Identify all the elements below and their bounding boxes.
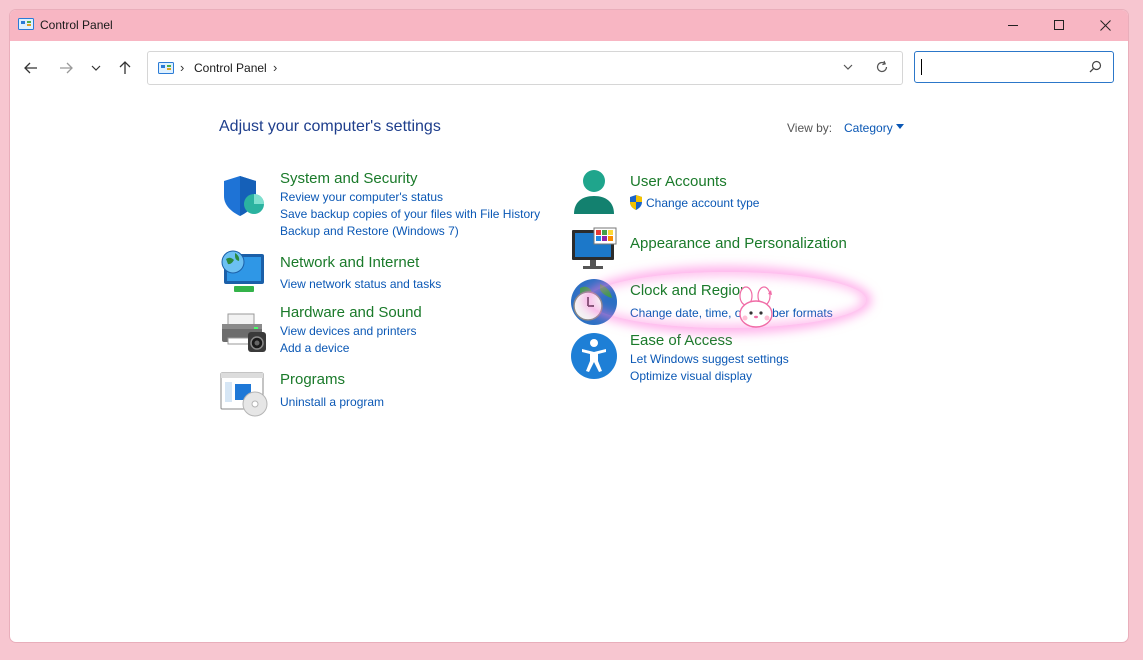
shield-icon[interactable] <box>220 172 268 220</box>
breadcrumb-separator[interactable]: › <box>273 60 277 75</box>
network-icon[interactable] <box>220 248 268 296</box>
maximize-icon <box>1053 20 1064 30</box>
maximize-button[interactable] <box>1036 10 1082 41</box>
page-heading: Adjust your computer's settings <box>219 118 441 135</box>
close-button[interactable] <box>1082 10 1128 41</box>
category-clock-region[interactable]: Clock and Region <box>630 282 748 299</box>
category-programs[interactable]: Programs <box>280 371 345 388</box>
recent-locations-button[interactable] <box>83 55 109 81</box>
link-devices-printers[interactable]: View devices and printers <box>280 324 417 338</box>
window-title: Control Panel <box>40 18 113 32</box>
arrow-right-icon <box>60 62 73 74</box>
up-button[interactable] <box>112 55 138 81</box>
view-by-dropdown[interactable]: Category <box>844 121 893 135</box>
caret-down-icon[interactable] <box>896 124 904 129</box>
link-add-device[interactable]: Add a device <box>280 341 349 355</box>
link-file-history[interactable]: Save backup copies of your files with Fi… <box>280 207 540 221</box>
breadcrumb-separator[interactable]: › <box>180 60 184 75</box>
arrow-up-icon <box>119 61 131 74</box>
category-appearance-personalization[interactable]: Appearance and Personalization <box>630 235 847 252</box>
minimize-button[interactable] <box>990 10 1036 41</box>
search-input[interactable] <box>921 59 1085 77</box>
view-by-label: View by: <box>787 121 833 135</box>
minimize-icon <box>1007 25 1018 26</box>
refresh-icon[interactable] <box>875 60 889 74</box>
control-panel-icon <box>18 18 34 30</box>
category-user-accounts[interactable]: User Accounts <box>630 173 727 190</box>
user-icon[interactable] <box>570 168 618 216</box>
clock-globe-icon[interactable] <box>570 278 618 326</box>
chevron-down-icon <box>91 65 101 71</box>
category-network-internet[interactable]: Network and Internet <box>280 254 419 271</box>
forward-button[interactable] <box>53 55 79 81</box>
printer-icon[interactable] <box>220 310 268 358</box>
close-icon <box>1099 20 1111 31</box>
link-windows-suggest-settings[interactable]: Let Windows suggest settings <box>630 352 789 366</box>
category-ease-of-access[interactable]: Ease of Access <box>630 332 733 349</box>
back-button[interactable] <box>18 55 44 81</box>
title-bar[interactable]: Control Panel <box>10 10 1128 41</box>
breadcrumb-control-panel[interactable]: Control Panel <box>194 61 267 75</box>
accessibility-icon[interactable] <box>570 332 618 380</box>
category-hardware-sound[interactable]: Hardware and Sound <box>280 304 422 321</box>
search-icon[interactable] <box>1089 60 1102 73</box>
link-uninstall-program[interactable]: Uninstall a program <box>280 395 384 409</box>
link-network-status[interactable]: View network status and tasks <box>280 277 441 291</box>
link-change-account-type[interactable]: Change account type <box>646 196 759 210</box>
address-bar[interactable]: › Control Panel › <box>147 51 903 85</box>
control-panel-icon <box>158 62 174 74</box>
navigation-bar: › Control Panel › <box>10 41 1128 95</box>
link-review-status[interactable]: Review your computer's status <box>280 190 443 204</box>
search-box[interactable] <box>914 51 1114 83</box>
uac-shield-icon <box>630 195 642 210</box>
chevron-down-icon[interactable] <box>842 61 854 73</box>
programs-icon[interactable] <box>220 370 268 418</box>
control-panel-window: Control Panel › Control Panel › Adjust y… <box>10 10 1128 642</box>
monitor-icon[interactable] <box>570 226 618 274</box>
arrow-left-icon <box>24 62 37 74</box>
link-optimize-visual-display[interactable]: Optimize visual display <box>630 369 752 383</box>
link-backup-restore[interactable]: Backup and Restore (Windows 7) <box>280 224 459 238</box>
category-system-security[interactable]: System and Security <box>280 170 418 187</box>
text-cursor <box>921 59 922 75</box>
bunny-cursor-icon <box>739 286 773 328</box>
